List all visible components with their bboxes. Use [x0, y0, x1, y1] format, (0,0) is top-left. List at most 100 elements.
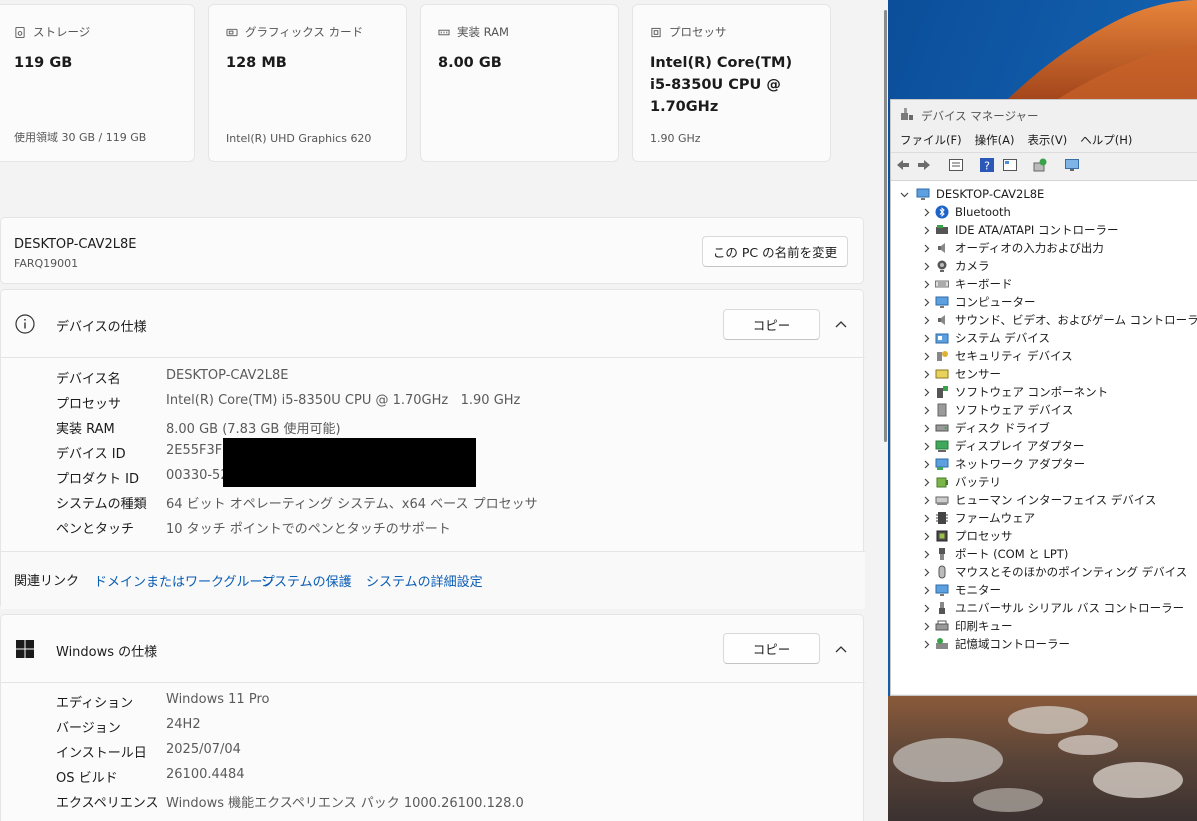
window-title-bar[interactable]: デバイス マネージャー: [891, 100, 1197, 129]
chevron-right-icon[interactable]: [921, 369, 932, 380]
tree-node[interactable]: ネットワーク アダプター: [921, 455, 1085, 473]
menu-action[interactable]: 操作(A): [975, 129, 1015, 151]
link-system-protection[interactable]: システムの保護: [261, 571, 352, 590]
chevron-right-icon[interactable]: [921, 567, 932, 578]
windows-logo-icon: [16, 640, 34, 658]
link-domain-workgroup[interactable]: ドメインまたはワークグループ: [94, 571, 275, 590]
tree-root[interactable]: DESKTOP-CAV2L8E: [899, 185, 1044, 203]
processor-icon: [936, 530, 948, 542]
chevron-right-icon[interactable]: [921, 441, 932, 452]
chevron-right-icon[interactable]: [921, 405, 932, 416]
tree-node[interactable]: ソフトウェア デバイス: [921, 401, 1073, 419]
card-title: ストレージ: [33, 25, 91, 39]
rename-pc-button[interactable]: この PC の名前を変更: [702, 236, 848, 267]
tree-node[interactable]: セキュリティ デバイス: [921, 347, 1073, 365]
help-icon[interactable]: ?: [979, 157, 995, 173]
scan-hardware-icon[interactable]: [1032, 157, 1048, 173]
chevron-right-icon[interactable]: [921, 477, 932, 488]
chevron-right-icon[interactable]: [921, 333, 932, 344]
memory-icon: [438, 29, 450, 35]
chevron-right-icon[interactable]: [921, 549, 932, 560]
chevron-right-icon[interactable]: [921, 261, 932, 272]
tree-node-label: セキュリティ デバイス: [955, 349, 1073, 363]
spec-row-install-date: インストール日 2025/07/04: [56, 742, 241, 762]
tree-node[interactable]: Bluetooth: [921, 203, 1011, 221]
chevron-right-icon[interactable]: [921, 225, 932, 236]
chevron-right-icon[interactable]: [921, 243, 932, 254]
menu-file[interactable]: ファイル(F): [900, 129, 962, 151]
tree-node[interactable]: モニター: [921, 581, 1001, 599]
graphics-card[interactable]: グラフィックス カード 128 MB Intel(R) UHD Graphics…: [208, 4, 407, 162]
chevron-right-icon[interactable]: [921, 603, 932, 614]
properties-icon[interactable]: [948, 157, 964, 173]
tree-node[interactable]: ファームウェア: [921, 509, 1035, 527]
chevron-up-icon[interactable]: [830, 313, 852, 335]
tree-node[interactable]: ディスク ドライブ: [921, 419, 1050, 437]
tree-node[interactable]: 印刷キュー: [921, 617, 1013, 635]
tree-node[interactable]: ヒューマン インターフェイス デバイス: [921, 491, 1156, 509]
chevron-down-icon[interactable]: [899, 189, 910, 200]
scrollbar[interactable]: [884, 10, 887, 442]
monitor-update-icon[interactable]: [1064, 157, 1080, 173]
tree-node[interactable]: オーディオの入力および出力: [921, 239, 1104, 257]
pc-name: DESKTOP-CAV2L8E: [14, 237, 137, 252]
spec-row-ram: 実装 RAM 8.00 GB (7.83 GB 使用可能): [56, 418, 341, 438]
chevron-right-icon[interactable]: [921, 387, 932, 398]
windows-spec-section: Windows の仕様 コピー エディション Windows 11 Pro バー…: [0, 614, 865, 821]
tree-node[interactable]: カメラ: [921, 257, 990, 275]
tree-node[interactable]: マウスとそのほかのポインティング デバイス: [921, 563, 1187, 581]
forward-arrow-icon[interactable]: [916, 157, 932, 173]
tree-node[interactable]: キーボード: [921, 275, 1013, 293]
tree-node[interactable]: ディスプレイ アダプター: [921, 437, 1084, 455]
tree-node[interactable]: ユニバーサル シリアル バス コントローラー: [921, 599, 1184, 617]
tree-node-label: カメラ: [955, 259, 990, 273]
chevron-right-icon[interactable]: [921, 459, 932, 470]
storage-card[interactable]: ストレージ 119 GB 使用領域 30 GB / 119 GB: [0, 4, 195, 162]
view-resources-icon[interactable]: [1002, 157, 1018, 173]
tree-node[interactable]: 記憶域コントローラー: [921, 635, 1070, 653]
spec-label: エディション: [56, 696, 134, 711]
chevron-right-icon[interactable]: [921, 423, 932, 434]
tree-node[interactable]: サウンド、ビデオ、およびゲーム コントローラー: [921, 311, 1197, 329]
processor-card[interactable]: プロセッサ Intel(R) Core(TM) i5-8350U CPU @ 1…: [632, 4, 831, 162]
tree-node-label: Bluetooth: [955, 205, 1011, 219]
chevron-right-icon[interactable]: [921, 297, 932, 308]
menu-view[interactable]: 表示(V): [1027, 129, 1067, 151]
chevron-right-icon[interactable]: [921, 315, 932, 326]
tree-node[interactable]: システム デバイス: [921, 329, 1050, 347]
tree-node[interactable]: センサー: [921, 365, 1001, 383]
device-spec-section: デバイスの仕様 コピー デバイス名 DESKTOP-CAV2L8E プロセッサ …: [0, 289, 865, 609]
chevron-up-icon[interactable]: [830, 638, 852, 660]
related-links-bar: 関連リンク ドメインまたはワークグループ システムの保護 システムの詳細設定: [1, 552, 865, 609]
disk-drive-icon: [935, 424, 949, 432]
tree-node[interactable]: ポート (COM と LPT): [921, 545, 1068, 563]
chevron-right-icon[interactable]: [921, 279, 932, 290]
menu-help[interactable]: ヘルプ(H): [1080, 129, 1132, 151]
info-icon: [15, 314, 35, 334]
link-advanced-system-settings[interactable]: システムの詳細設定: [366, 571, 483, 590]
chevron-right-icon[interactable]: [921, 351, 932, 362]
copy-device-spec-button[interactable]: コピー: [723, 309, 820, 340]
tree-node[interactable]: プロセッサ: [921, 527, 1013, 545]
back-arrow-icon[interactable]: [895, 157, 911, 173]
chevron-right-icon[interactable]: [921, 639, 932, 650]
tree-node[interactable]: IDE ATA/ATAPI コントローラー: [921, 221, 1118, 239]
tree-node[interactable]: コンピューター: [921, 293, 1036, 311]
display-adapter-icon: [935, 440, 949, 452]
device-manager-window[interactable]: デバイス マネージャー ファイル(F) 操作(A) 表示(V) ヘルプ(H) ?…: [890, 99, 1197, 696]
spec-value: 26100.4484: [166, 767, 245, 782]
copy-windows-spec-button[interactable]: コピー: [723, 633, 820, 664]
ram-card[interactable]: 実装 RAM 8.00 GB: [420, 4, 619, 162]
chevron-right-icon[interactable]: [921, 207, 932, 218]
chevron-right-icon[interactable]: [921, 621, 932, 632]
chevron-right-icon[interactable]: [921, 585, 932, 596]
chevron-right-icon[interactable]: [921, 531, 932, 542]
card-title: プロセッサ: [669, 25, 727, 39]
tree-node[interactable]: ソフトウェア コンポーネント: [921, 383, 1108, 401]
chevron-right-icon[interactable]: [921, 495, 932, 506]
spec-label: エクスペリエンス: [56, 796, 159, 811]
tree-node-label: ユニバーサル シリアル バス コントローラー: [955, 601, 1185, 615]
redaction-block: [223, 438, 476, 487]
chevron-right-icon[interactable]: [921, 513, 932, 524]
tree-node[interactable]: バッテリ: [921, 473, 1001, 491]
